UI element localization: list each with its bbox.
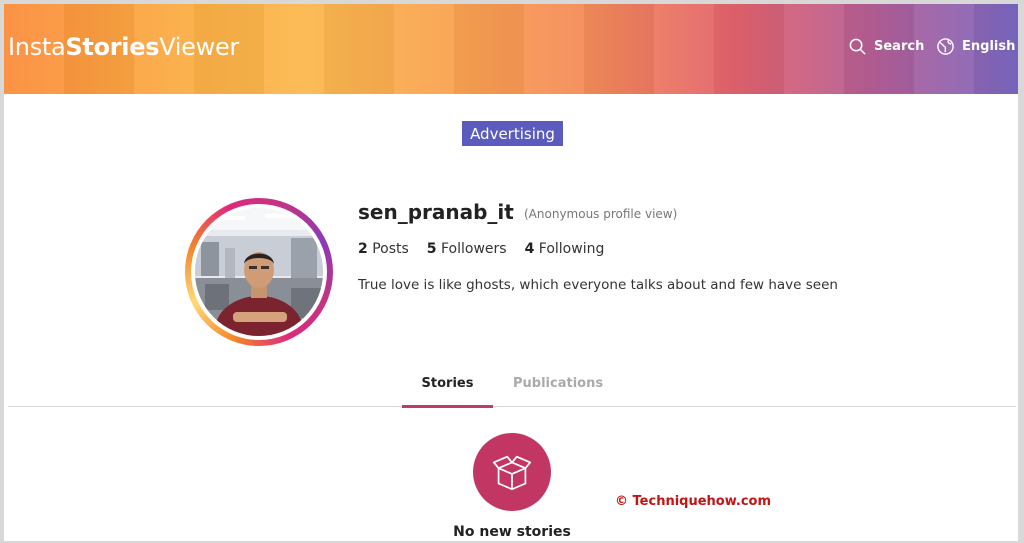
followers-label: Followers	[441, 241, 507, 257]
followers-count: 5	[426, 241, 437, 257]
profile-stats: 2 Posts 5 Followers 4 Following	[358, 241, 604, 257]
globe-icon	[937, 38, 954, 55]
posts-count: 2	[358, 241, 368, 257]
following-stat: 4 Following	[525, 241, 605, 257]
following-count: 4	[524, 241, 535, 257]
logo-part-stories: Stories	[65, 33, 160, 61]
followers-stat: 5 Followers	[427, 241, 507, 257]
profile-view-mode: (Anonymous profile view)	[524, 207, 678, 221]
search-icon	[849, 38, 866, 55]
posts-stat: 2 Posts	[358, 241, 409, 257]
page: InstaStoriesViewer Search English Advert…	[4, 4, 1018, 541]
site-header: InstaStoriesViewer Search English	[4, 4, 1018, 94]
empty-state-text: No new stories	[453, 524, 571, 540]
following-label: Following	[538, 241, 605, 257]
active-tab-indicator	[402, 405, 493, 408]
advertising-banner[interactable]: Advertising	[462, 121, 563, 146]
search-link[interactable]: Search	[848, 37, 924, 56]
profile-username: sen_pranab_it	[358, 200, 514, 224]
avatar	[185, 198, 333, 346]
site-logo[interactable]: InstaStoriesViewer	[8, 33, 239, 61]
profile-photo-illustration	[195, 208, 323, 336]
logo-part-insta: Insta	[8, 33, 66, 61]
language-label: English	[962, 39, 1016, 54]
empty-state-badge	[473, 433, 551, 511]
tabs-divider	[8, 406, 1016, 407]
tab-publications[interactable]: Publications	[513, 376, 603, 391]
profile-photo	[195, 208, 323, 336]
logo-part-viewer: Viewer	[159, 33, 239, 61]
watermark: © Techniquehow.com	[615, 494, 772, 509]
profile-bio: True love is like ghosts, which everyone…	[358, 277, 838, 293]
posts-label: Posts	[372, 241, 409, 257]
open-box-icon	[492, 455, 532, 491]
language-selector[interactable]: English	[936, 37, 1015, 56]
tab-stories[interactable]: Stories	[402, 376, 493, 391]
search-label: Search	[874, 39, 925, 54]
